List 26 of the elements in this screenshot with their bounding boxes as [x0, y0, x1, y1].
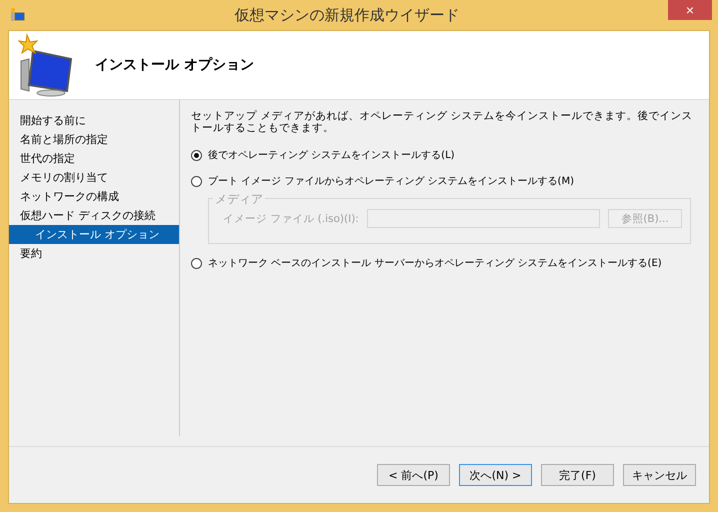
wizard-button[interactable]: < 前へ(P)	[377, 464, 450, 486]
sidebar-item[interactable]: 仮想ハード ディスクの接続	[9, 206, 179, 225]
sidebar-item[interactable]: 要約	[9, 244, 179, 263]
sidebar-item[interactable]: ネットワークの構成	[9, 187, 179, 206]
wizard-button[interactable]: 次へ(N) >	[459, 464, 532, 486]
window-title: 仮想マシンの新規作成ウイザード	[234, 6, 460, 24]
option-label[interactable]: 後でオペレーティング システムをインストールする(L)	[208, 148, 455, 162]
option-label[interactable]: ネットワーク ベースのインストール サーバーからオペレーティング システムをインストールする(E)	[208, 256, 662, 270]
sidebar-item[interactable]: インストール オプション	[9, 225, 179, 244]
radio-button[interactable]	[191, 150, 202, 160]
sidebar-item[interactable]: 世代の指定	[9, 149, 179, 168]
sidebar-item[interactable]: 開始する前に	[9, 111, 179, 130]
radio-button[interactable]	[191, 176, 202, 186]
description-text: セットアップ メディアがあれば、オペレーティング システムを今インストールできます。後でインストールすることもできます。	[191, 110, 694, 134]
field-label: イメージ ファイル (.iso)(I):	[223, 212, 359, 226]
computer-icon	[15, 33, 75, 97]
sidebar-item[interactable]: メモリの割り当て	[9, 168, 179, 187]
input-field[interactable]	[366, 209, 600, 228]
sidebar-item[interactable]: 名前と場所の指定	[9, 130, 179, 149]
app-icon	[10, 7, 26, 23]
wizard-button[interactable]: 完了(F)	[541, 464, 614, 486]
option-label[interactable]: ブート イメージ ファイルからオペレーティング システムをインストールする(M)	[208, 174, 574, 188]
page-title: インストール オプション	[95, 56, 254, 74]
radio-button[interactable]	[191, 258, 202, 268]
wizard-button[interactable]: キャンセル	[623, 464, 696, 486]
close-button[interactable]: ×	[668, 0, 712, 20]
